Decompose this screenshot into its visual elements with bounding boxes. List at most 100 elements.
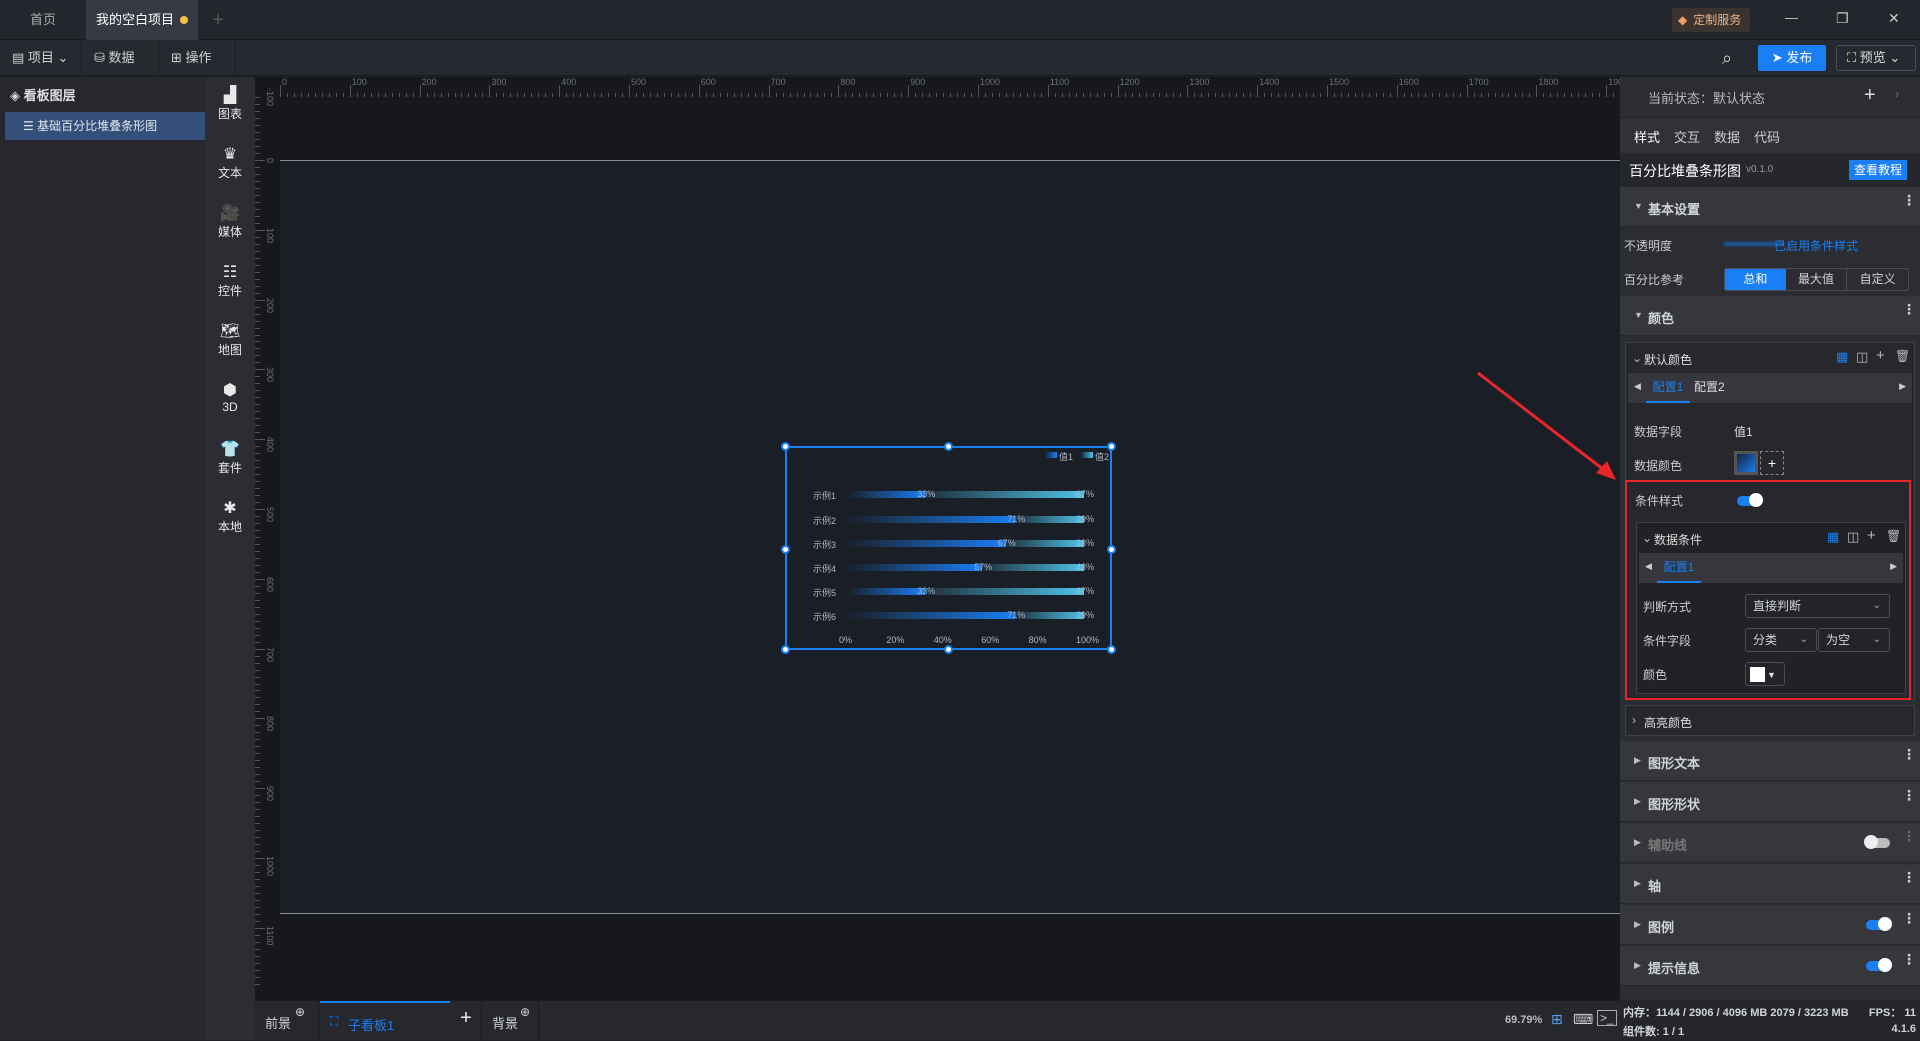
menu-data[interactable]: ⛁ 数据 ⌄ [82, 40, 159, 101]
more-icon[interactable]: ⋮ [1902, 747, 1916, 761]
menu-project[interactable]: ▤ 项目 ⌄ [0, 40, 82, 76]
more-icon[interactable]: ⋮ [1902, 829, 1916, 843]
add-state-button[interactable]: + [1864, 84, 1876, 107]
more-icon[interactable]: ⋮ [1902, 952, 1916, 966]
resize-handle[interactable] [1107, 545, 1116, 554]
percent-opt-custom[interactable]: 自定义 [1847, 269, 1908, 290]
scroll-left-icon[interactable]: ◀ [1645, 561, 1652, 572]
tab-project[interactable]: 我的空白项目 [86, 0, 198, 40]
chart-widget[interactable]: 值1 值2 示例1 33% 67% 示例2 71% 29% 示例3 67% 33% 示例4 57% 4… [781, 442, 1116, 654]
publish-button[interactable]: ➤ 发布 [1758, 45, 1826, 71]
bar-series-2[interactable] [925, 588, 1084, 595]
opacity-slider[interactable]: 已启用条件样式 [1724, 234, 1910, 254]
scroll-right-icon[interactable]: ▶ [1899, 381, 1906, 392]
layer-item[interactable]: ☰ 基础百分比堆叠条形图 [5, 112, 205, 140]
preview-button[interactable]: ⛶ 预览 ⌄ [1836, 45, 1916, 71]
custom-service-button[interactable]: ◆ 定制服务 [1672, 8, 1750, 32]
component-5[interactable]: ⬢ 3D [205, 382, 255, 414]
more-icon[interactable]: ⋮ [1902, 788, 1916, 802]
highlight-color-group[interactable]: › 高亮颜色 [1625, 705, 1915, 736]
color-swatch[interactable] [1734, 451, 1758, 475]
bar-series-1[interactable] [847, 612, 1016, 619]
percent-opt-max[interactable]: 最大值 [1786, 269, 1848, 290]
add-icon[interactable]: + [1876, 347, 1885, 364]
legend-label-2[interactable]: 值2 [1095, 450, 1109, 463]
resize-handle[interactable] [781, 545, 790, 554]
component-1[interactable]: ♛ 文本 [205, 146, 255, 181]
panel-tab-2[interactable]: 数据 [1714, 127, 1740, 153]
percent-opt-sum[interactable]: 总和 [1725, 269, 1786, 290]
add-color-button[interactable]: + [1760, 451, 1784, 475]
panel-tab-3[interactable]: 代码 [1754, 127, 1780, 153]
add-circle-icon[interactable]: ⊕ [295, 1005, 305, 1019]
bar-series-2[interactable] [982, 564, 1084, 571]
keyboard-icon[interactable]: ⌨ [1573, 1011, 1593, 1028]
foreground-tab[interactable]: 前景 ⊕ [255, 1001, 319, 1041]
bar-series-1[interactable] [847, 491, 926, 498]
component-6[interactable]: 👕 套件 [205, 441, 255, 476]
legend-label-1[interactable]: 值1 [1059, 450, 1073, 463]
section-toggle[interactable] [1866, 917, 1892, 931]
chevron-right-icon[interactable]: › [1895, 87, 1899, 101]
tab-home[interactable]: 首页 [0, 0, 86, 40]
layout-icon[interactable]: ◫ [1847, 529, 1859, 545]
new-tab-button[interactable]: + [198, 0, 238, 40]
more-icon[interactable]: ⋮ [1902, 870, 1916, 884]
table-icon[interactable]: ▦ [1836, 349, 1848, 365]
section-4[interactable]: ▶ 图例 ⋮ [1620, 905, 1920, 945]
add-icon[interactable]: + [1867, 527, 1876, 544]
trash-icon[interactable]: 🗑 [1895, 349, 1910, 363]
cond-config-tab-1[interactable]: 配置1 [1657, 553, 1701, 583]
section-2[interactable]: ▶ 辅助线 ⋮ [1620, 823, 1920, 863]
component-3[interactable]: ☷ 控件 [205, 264, 255, 299]
search-icon[interactable]: ⌕ [1722, 48, 1732, 69]
section-3[interactable]: ▶ 轴 ⋮ [1620, 864, 1920, 904]
cond-style-toggle[interactable] [1737, 493, 1763, 507]
config-tab-2[interactable]: 配置2 [1694, 373, 1725, 401]
bar-series-2[interactable] [1015, 612, 1084, 619]
bar-series-2[interactable] [1015, 516, 1084, 523]
section-basic[interactable]: ▼ 基本设置 ⋮ [1620, 187, 1920, 227]
resize-handle[interactable] [944, 442, 953, 451]
view-tutorial-button[interactable]: 查看教程 [1849, 160, 1907, 180]
layout-icon[interactable]: ◫ [1856, 349, 1868, 365]
bar-series-1[interactable] [847, 540, 1006, 547]
trash-icon[interactable]: 🗑 [1886, 529, 1901, 543]
section-toggle[interactable] [1864, 835, 1890, 849]
background-tab[interactable]: 背景 ⊕ [481, 1001, 539, 1041]
more-icon[interactable]: ⋮ [1902, 911, 1916, 925]
more-icon[interactable]: ⋮ [1902, 193, 1916, 207]
section-1[interactable]: ▶ 图形形状 ⋮ [1620, 782, 1920, 822]
section-toggle[interactable] [1866, 958, 1892, 972]
fit-screen-icon[interactable]: ⊞ [1551, 1011, 1563, 1028]
subboard-tab[interactable]: ⛶ 子看板1 [320, 1001, 450, 1041]
scroll-right-icon[interactable]: ▶ [1890, 561, 1897, 572]
component-4[interactable]: 🗺 地图 [205, 323, 255, 358]
bar-series-1[interactable] [847, 564, 983, 571]
zoom-level[interactable]: 69.79% [1505, 1014, 1542, 1026]
cond-field-select[interactable]: 分类 ⌄ [1745, 628, 1817, 652]
scroll-left-icon[interactable]: ◀ [1634, 381, 1641, 392]
cond-color-picker[interactable]: ▼ [1745, 662, 1785, 686]
more-icon[interactable]: ⋮ [1902, 302, 1916, 316]
component-0[interactable]: ▟ 图表 [205, 87, 255, 122]
resize-handle[interactable] [781, 442, 790, 451]
resize-handle[interactable] [781, 645, 790, 654]
panel-tab-1[interactable]: 交互 [1674, 127, 1700, 153]
vertical-ruler[interactable]: -100 0 100 200 300 400 500 600 700 800 900 1000 1100 [255, 88, 277, 1000]
close-button[interactable]: ✕ [1888, 10, 1900, 27]
section-5[interactable]: ▶ 提示信息 ⋮ [1620, 946, 1920, 986]
add-board-button[interactable]: + [451, 1007, 481, 1030]
component-2[interactable]: 🎥 媒体 [205, 205, 255, 240]
resize-handle[interactable] [944, 645, 953, 654]
terminal-icon[interactable]: >_ [1597, 1010, 1617, 1026]
menu-operate[interactable]: ⊞ 操作 ⌄ [159, 40, 236, 101]
bar-series-1[interactable] [847, 588, 926, 595]
panel-tab-0[interactable]: 样式 [1634, 127, 1661, 155]
config-tab-1[interactable]: 配置1 [1646, 373, 1690, 403]
chevron-down-icon[interactable]: ⌄ [1642, 531, 1652, 545]
horizontal-ruler[interactable]: 0 100 200 300 400 500 600 700 800 900 1000 1100 1200… [278, 77, 1628, 97]
minimize-button[interactable]: — [1785, 10, 1798, 25]
bar-series-1[interactable] [847, 516, 1016, 523]
restore-button[interactable]: ❐ [1836, 10, 1849, 27]
